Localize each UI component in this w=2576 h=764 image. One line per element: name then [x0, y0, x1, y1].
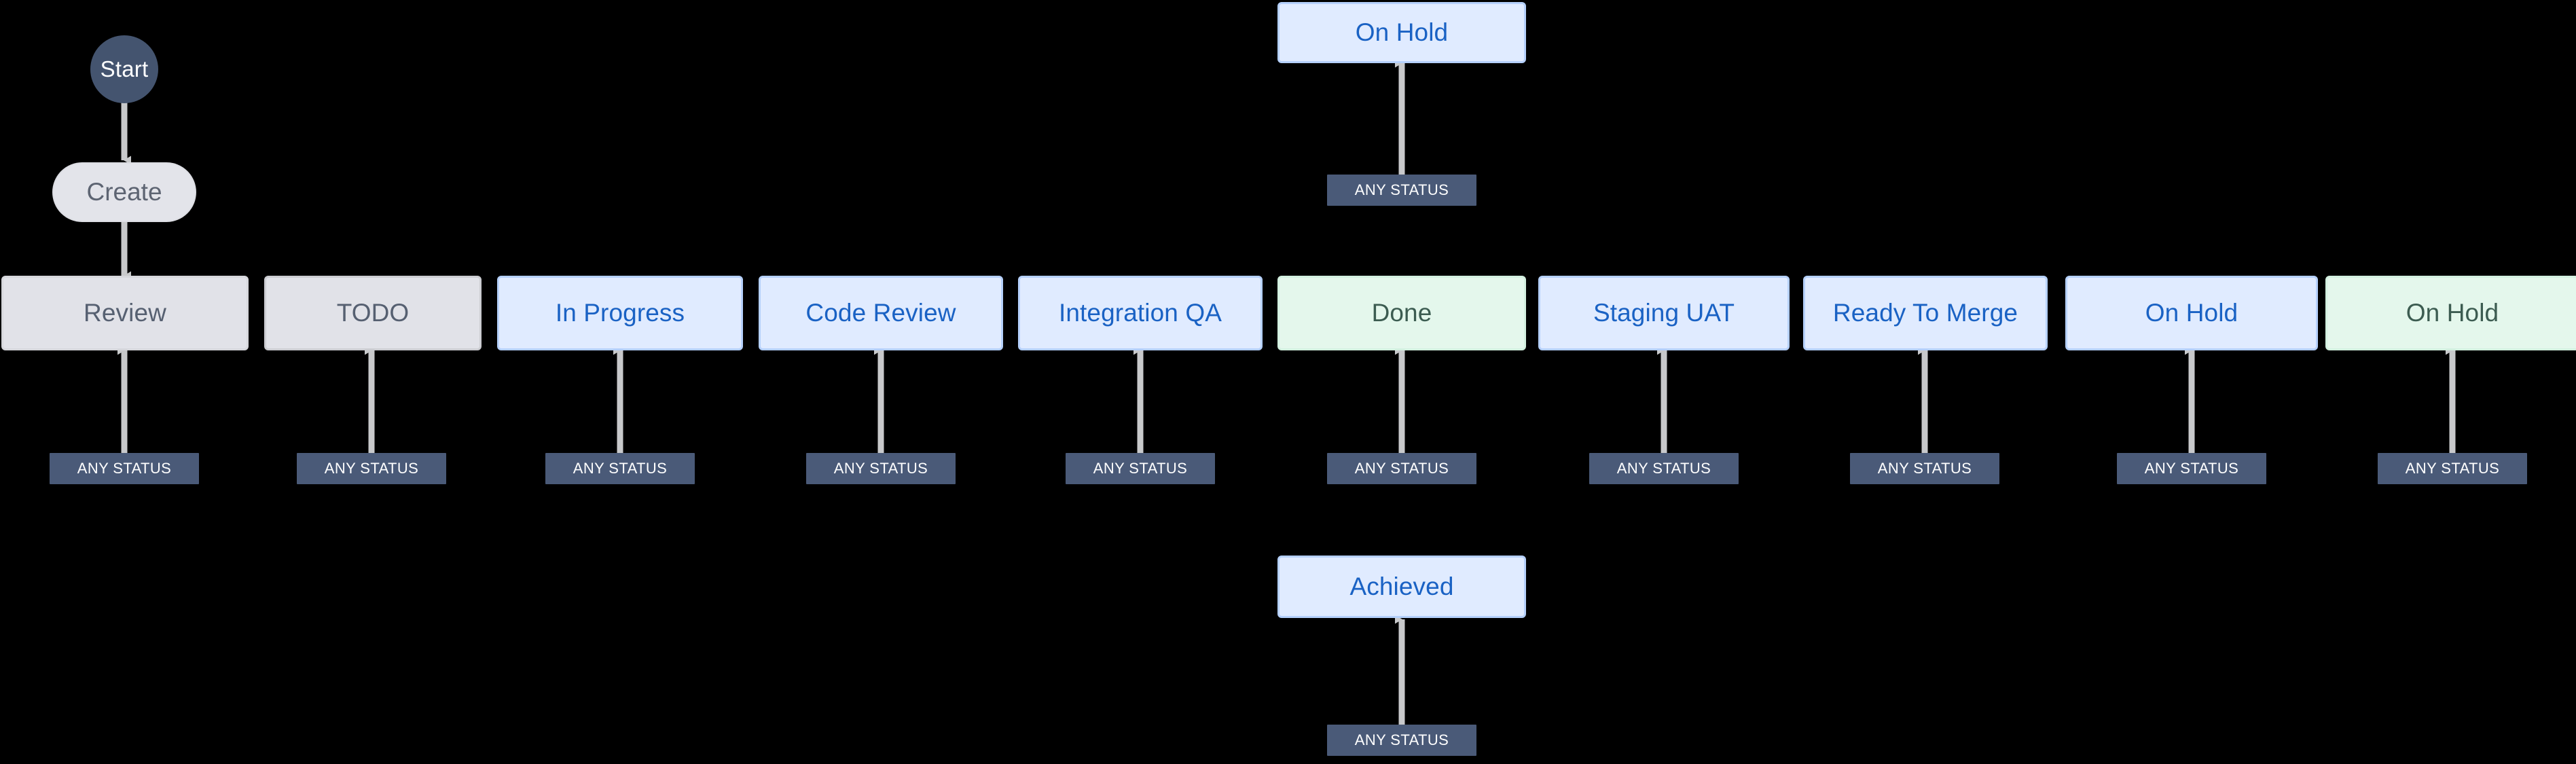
- status-node-achieved[interactable]: Achieved: [1277, 556, 1526, 618]
- status-node-label: On Hold: [2145, 299, 2238, 327]
- transition-chip-label: ANY STATUS: [1354, 731, 1449, 748]
- status-node-review[interactable]: Review: [1, 276, 249, 350]
- transition-chip-code-review[interactable]: ANY STATUS: [806, 453, 956, 484]
- create-transition-node[interactable]: Create: [52, 162, 196, 222]
- transition-chip-label: ANY STATUS: [1354, 181, 1449, 198]
- transition-chip-ready-to-merge[interactable]: ANY STATUS: [1850, 453, 1999, 484]
- start-node[interactable]: Start: [90, 35, 158, 103]
- transition-chip-on-hold-green[interactable]: ANY STATUS: [2378, 453, 2527, 484]
- status-node-todo[interactable]: TODO: [264, 276, 482, 350]
- transition-chip-label: ANY STATUS: [2405, 460, 2500, 477]
- status-node-label: TODO: [336, 299, 410, 327]
- status-node-done[interactable]: Done: [1277, 276, 1526, 350]
- status-node-label: Ready To Merge: [1832, 299, 2018, 327]
- transition-chip-done[interactable]: ANY STATUS: [1327, 453, 1476, 484]
- status-node-label: Integration QA: [1059, 299, 1222, 327]
- transition-chip-on-hold-row[interactable]: ANY STATUS: [2117, 453, 2266, 484]
- transition-chip-label: ANY STATUS: [2144, 460, 2239, 477]
- workflow-diagram-canvas: Start Create On Hold ANY STATUS Review T…: [0, 0, 2576, 764]
- transition-chip-label: ANY STATUS: [77, 460, 172, 477]
- transition-chip-todo[interactable]: ANY STATUS: [297, 453, 446, 484]
- status-node-label: On Hold: [1355, 18, 1449, 46]
- status-node-code-review[interactable]: Code Review: [759, 276, 1003, 350]
- edge-layer: [0, 0, 2576, 764]
- status-node-on-hold-green[interactable]: On Hold: [2325, 276, 2576, 350]
- transition-chip-label: ANY STATUS: [324, 460, 419, 477]
- status-node-on-hold-top[interactable]: On Hold: [1277, 2, 1526, 63]
- status-node-label: In Progress: [555, 299, 685, 327]
- status-node-on-hold-row[interactable]: On Hold: [2065, 276, 2318, 350]
- transition-chip-label: ANY STATUS: [1354, 460, 1449, 477]
- status-node-label: On Hold: [2406, 299, 2499, 327]
- transition-chip-review[interactable]: ANY STATUS: [50, 453, 199, 484]
- transition-chip-on-hold-top[interactable]: ANY STATUS: [1327, 175, 1476, 206]
- transition-chip-label: ANY STATUS: [833, 460, 928, 477]
- status-node-integration-qa[interactable]: Integration QA: [1018, 276, 1263, 350]
- transition-chip-label: ANY STATUS: [1093, 460, 1188, 477]
- status-node-label: Review: [84, 299, 166, 327]
- status-node-label: Staging UAT: [1593, 299, 1735, 327]
- status-node-label: Achieved: [1349, 572, 1454, 600]
- transition-chip-label: ANY STATUS: [573, 460, 668, 477]
- start-node-label: Start: [100, 56, 149, 81]
- transition-chip-in-progress[interactable]: ANY STATUS: [545, 453, 695, 484]
- status-node-label: Done: [1371, 299, 1432, 327]
- transition-chip-integration-qa[interactable]: ANY STATUS: [1066, 453, 1215, 484]
- transition-chip-achieved[interactable]: ANY STATUS: [1327, 725, 1476, 756]
- transition-chip-staging-uat[interactable]: ANY STATUS: [1589, 453, 1739, 484]
- status-node-ready-to-merge[interactable]: Ready To Merge: [1803, 276, 2048, 350]
- transition-chip-label: ANY STATUS: [1877, 460, 1972, 477]
- transition-chip-label: ANY STATUS: [1616, 460, 1711, 477]
- status-node-label: Code Review: [805, 299, 956, 327]
- status-node-in-progress[interactable]: In Progress: [497, 276, 743, 350]
- create-transition-label: Create: [86, 178, 162, 206]
- status-node-staging-uat[interactable]: Staging UAT: [1538, 276, 1790, 350]
